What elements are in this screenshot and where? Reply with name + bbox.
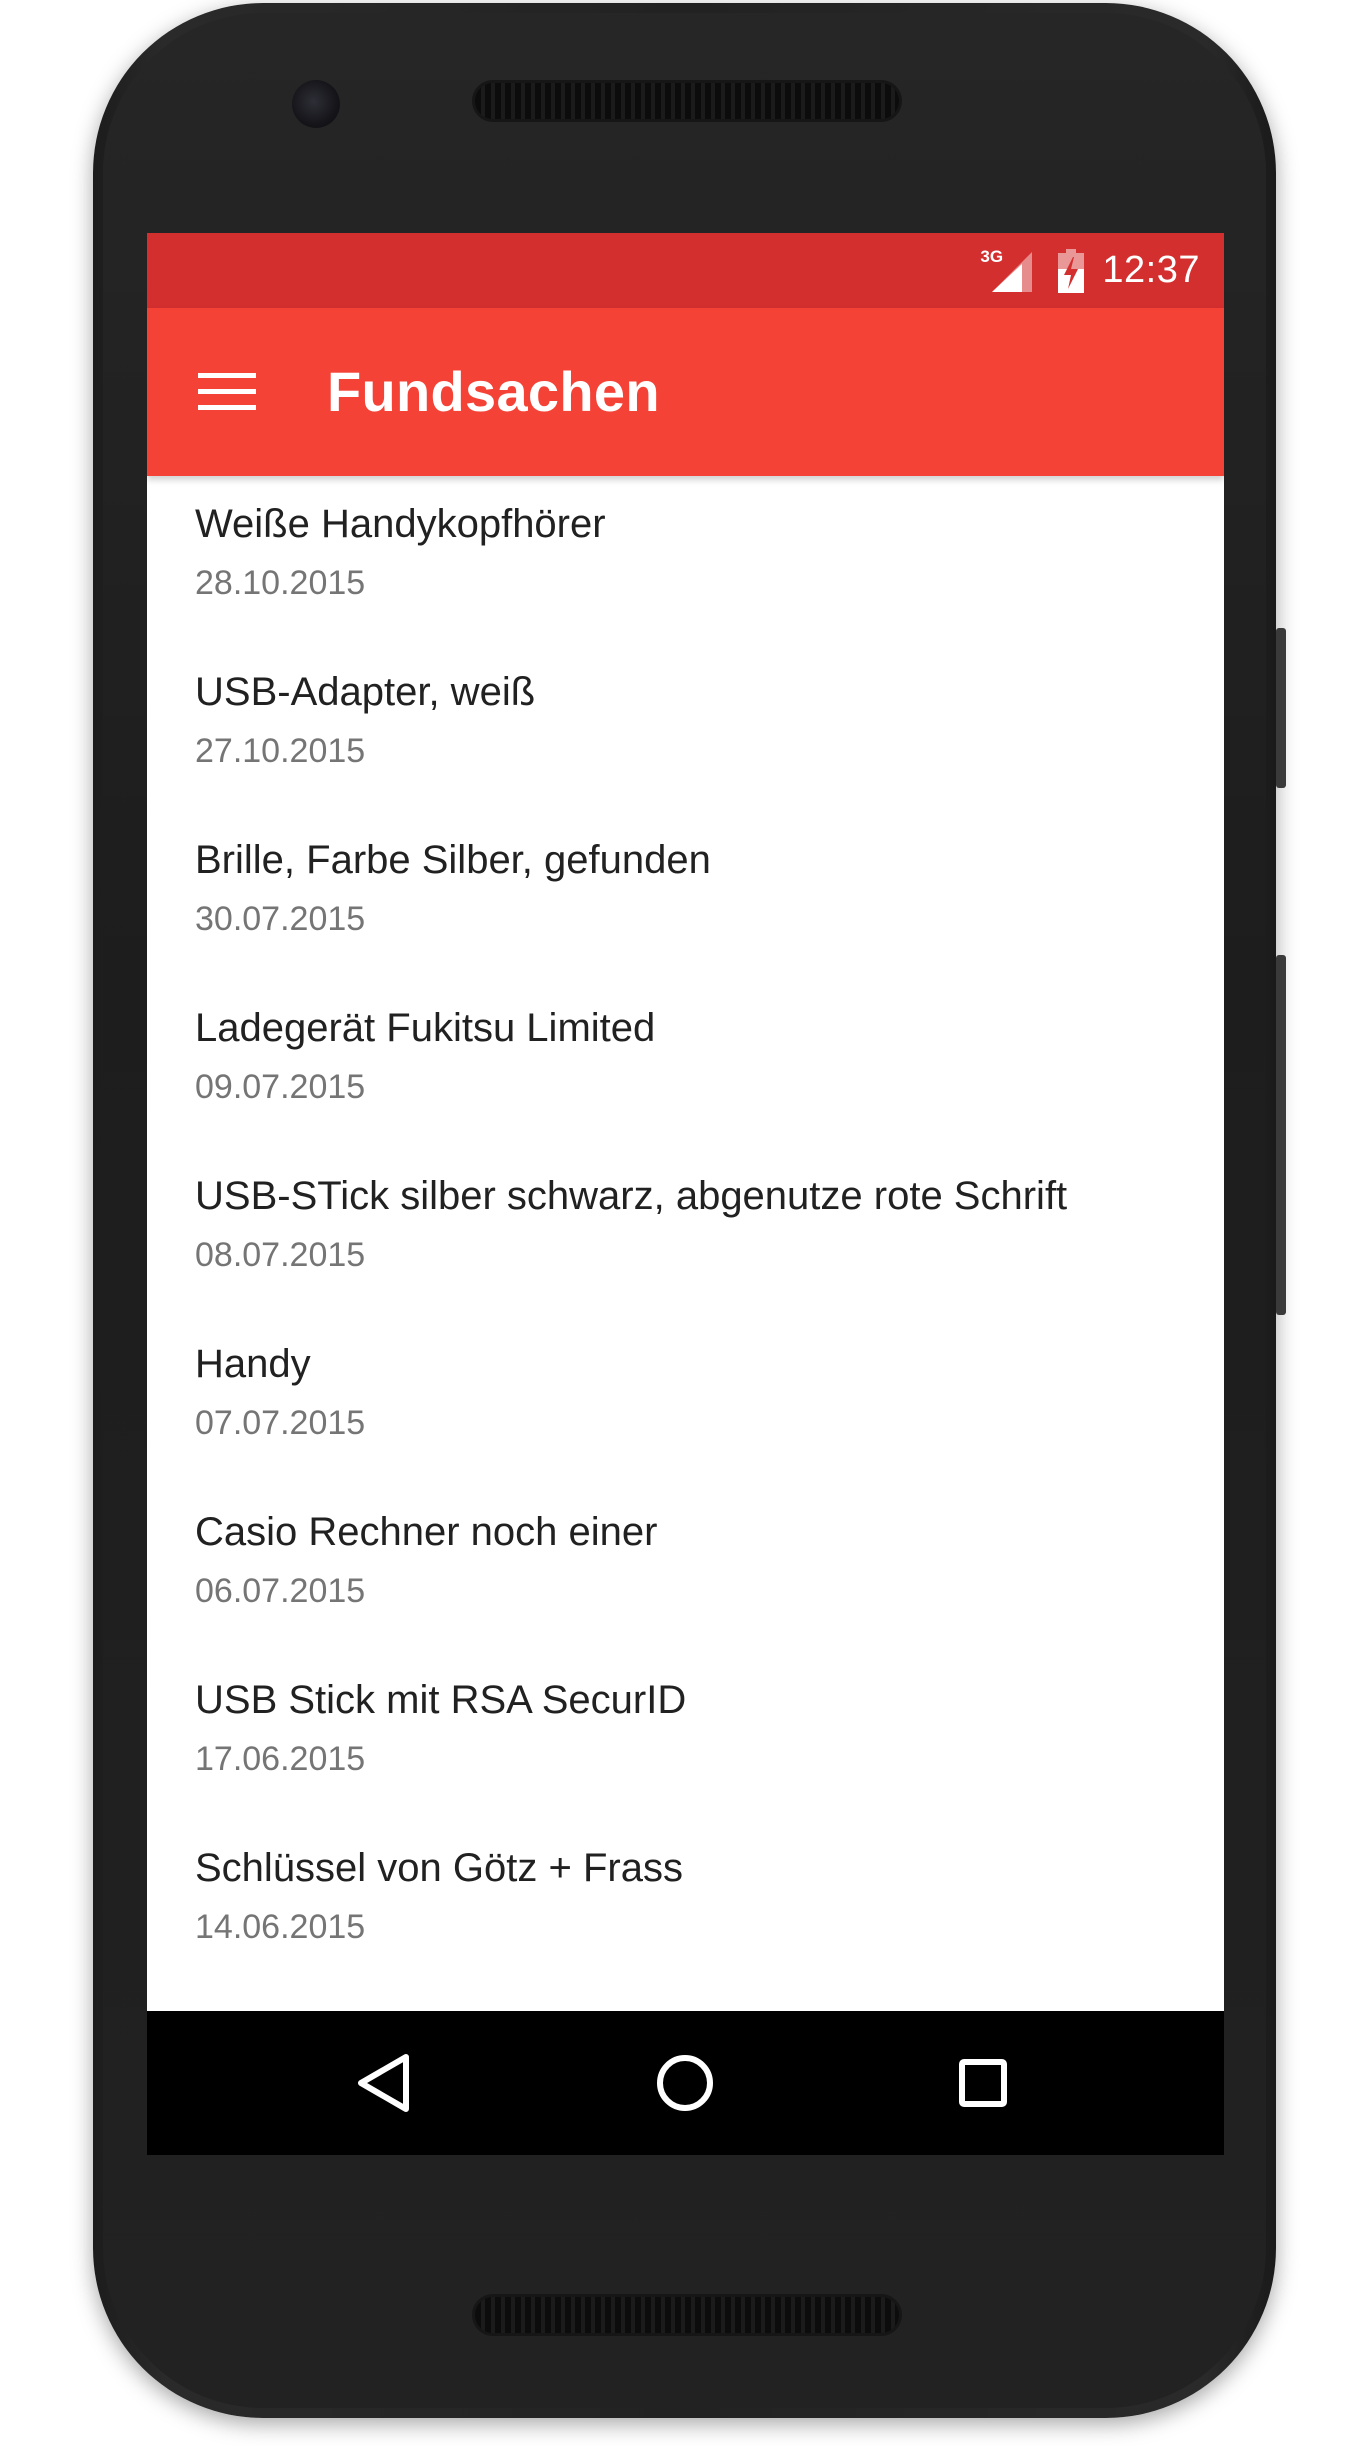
earpiece-speaker [472, 80, 902, 122]
item-date: 14.06.2015 [195, 1908, 366, 1946]
list-item[interactable]: USB-Adapter, weiß 27.10.2015 [147, 644, 1224, 812]
front-camera [292, 80, 340, 128]
found-items-list: Weiße Handykopfhörer 28.10.2015 USB-Adap… [147, 476, 1224, 2155]
recents-square-icon[interactable] [943, 2043, 1023, 2123]
item-date: 28.10.2015 [195, 564, 366, 602]
navigation-bar [147, 2011, 1224, 2155]
back-triangle-icon[interactable] [344, 2043, 424, 2123]
item-date: 06.07.2015 [195, 1572, 366, 1610]
item-title: USB-STick silber schwarz, abgenutze rote… [195, 1174, 1068, 1218]
status-clock: 12:37 [1102, 249, 1200, 291]
item-title: Ladegerät Fukitsu Limited [195, 1006, 656, 1050]
list-item[interactable]: USB-STick silber schwarz, abgenutze rote… [147, 1148, 1224, 1316]
device-frame: 3G 12:37 Fundsachen Weiße Handykopfhörer… [0, 0, 1370, 2446]
item-title: USB-Adapter, weiß [195, 670, 536, 714]
list-item[interactable]: Schlüssel von Götz + Frass 14.06.2015 [147, 1820, 1224, 1988]
item-title: Weiße Handykopfhörer [195, 502, 606, 546]
power-button [1276, 628, 1286, 788]
list-item[interactable]: Brille, Farbe Silber, gefunden 30.07.201… [147, 812, 1224, 980]
item-date: 30.07.2015 [195, 900, 366, 938]
list-item[interactable]: Weiße Handykopfhörer 28.10.2015 [147, 476, 1224, 644]
list-item[interactable]: Casio Rechner noch einer 06.07.2015 [147, 1484, 1224, 1652]
item-title: Brille, Farbe Silber, gefunden [195, 838, 711, 882]
volume-button [1276, 955, 1286, 1315]
battery-charging-icon [1058, 248, 1085, 293]
item-date: 09.07.2015 [195, 1068, 366, 1106]
home-circle-icon[interactable] [645, 2043, 725, 2123]
item-title: Schlüssel von Götz + Frass [195, 1846, 683, 1890]
list-item[interactable]: Ladegerät Fukitsu Limited 09.07.2015 [147, 980, 1224, 1148]
page-title: Fundsachen [327, 360, 660, 423]
status-bar: 3G 12:37 [147, 233, 1224, 308]
item-date: 27.10.2015 [195, 732, 366, 770]
status-icons: 3G 12:37 [980, 233, 1200, 308]
signal-icon: 3G [980, 248, 1040, 294]
item-date: 17.06.2015 [195, 1740, 366, 1778]
app-bar: Fundsachen [147, 308, 1224, 476]
list-item[interactable]: USB Stick mit RSA SecurID 17.06.2015 [147, 1652, 1224, 1820]
item-title: Casio Rechner noch einer [195, 1510, 658, 1554]
item-title: Handy [195, 1342, 311, 1386]
list-item[interactable]: Handy 07.07.2015 [147, 1316, 1224, 1484]
item-date: 07.07.2015 [195, 1404, 366, 1442]
screen: 3G 12:37 Fundsachen Weiße Handykopfhörer… [147, 233, 1224, 2155]
bottom-speaker [472, 2294, 902, 2336]
item-title: USB Stick mit RSA SecurID [195, 1678, 687, 1722]
item-date: 08.07.2015 [195, 1236, 366, 1274]
hamburger-menu-icon[interactable] [187, 352, 267, 432]
